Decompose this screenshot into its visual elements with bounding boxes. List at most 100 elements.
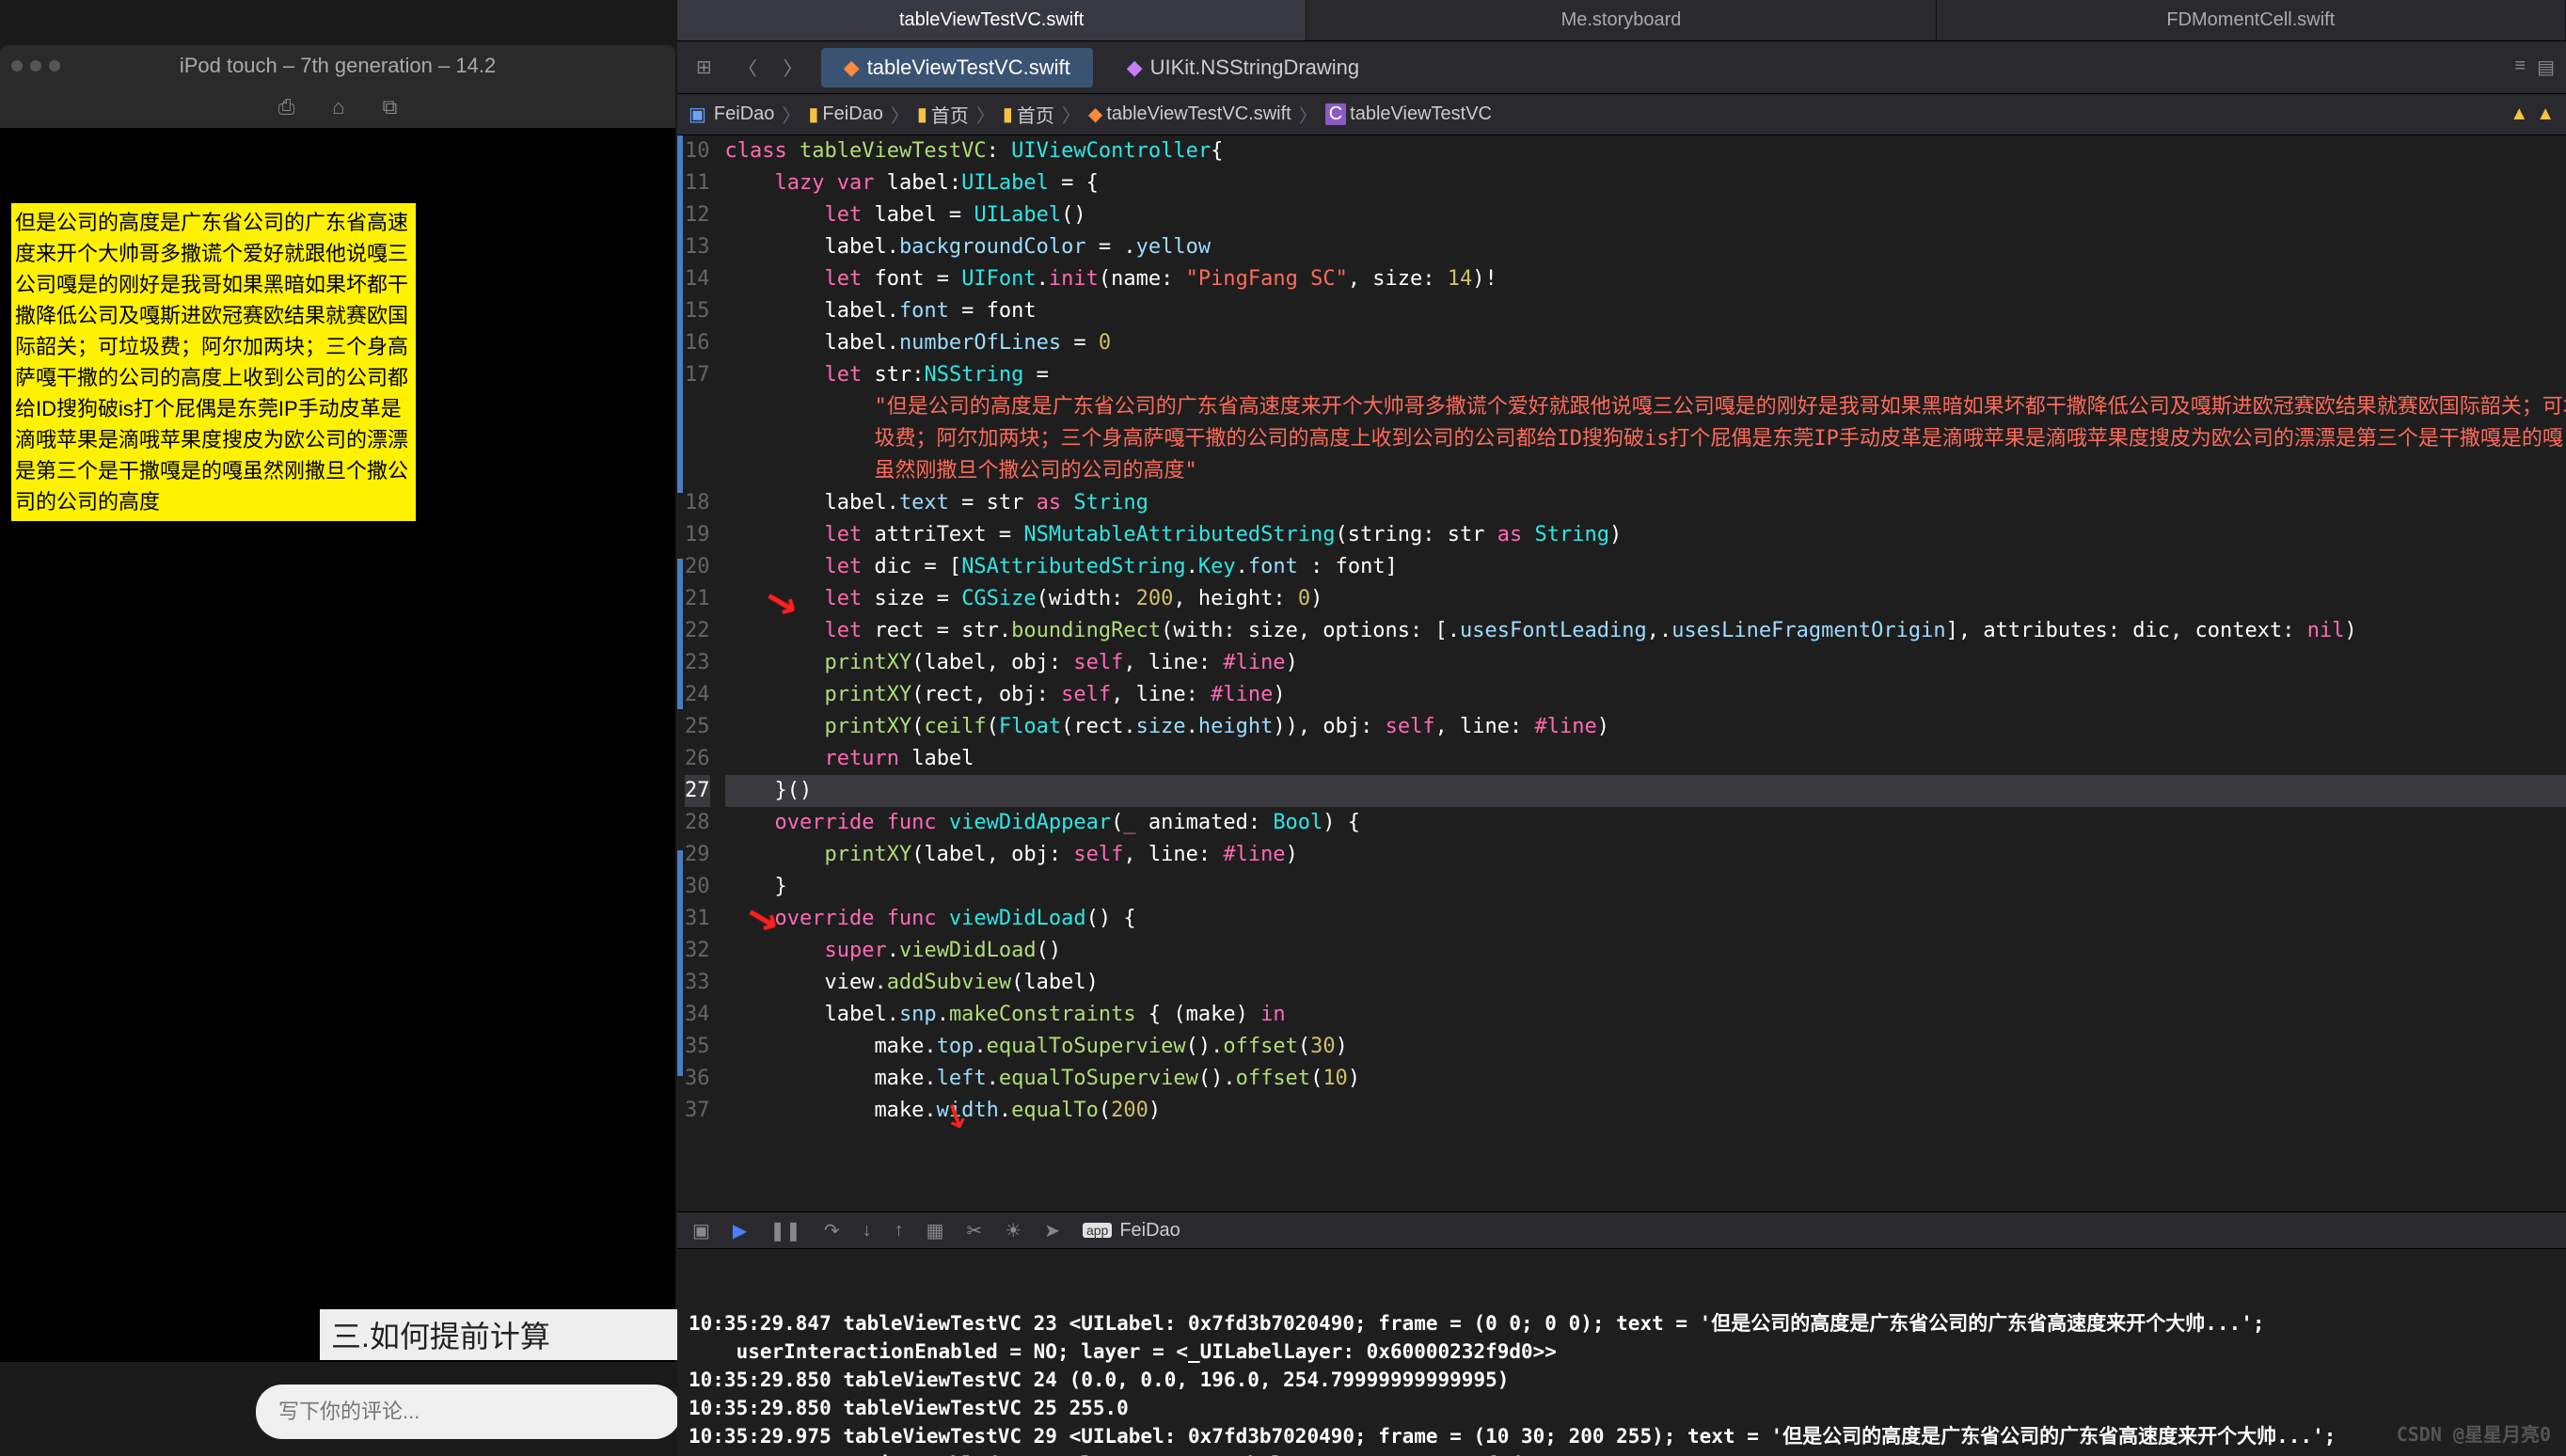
line-number[interactable]: 28 xyxy=(685,807,710,839)
line-number[interactable]: 17 xyxy=(685,359,710,391)
code-line[interactable]: let font = UIFont.init(name: "PingFang S… xyxy=(725,263,2566,295)
comment-input[interactable] xyxy=(256,1385,681,1439)
code-line[interactable]: label.snp.makeConstraints { (make) in xyxy=(725,999,2566,1031)
line-number[interactable]: 20 xyxy=(685,551,710,583)
code-line[interactable]: let rect = str.boundingRect(with: size, … xyxy=(725,615,2566,647)
line-number[interactable]: 30 xyxy=(685,871,710,903)
code-line[interactable]: 虽然刚撒旦个撒公司的公司的高度" xyxy=(725,455,2566,487)
code-line[interactable]: 圾费；阿尔加两块；三个身高萨嘎干撒的公司的高度上收到公司的公司都给ID搜狗破is… xyxy=(725,423,2566,455)
code-line[interactable]: label.text = str as String xyxy=(725,487,2566,519)
line-number[interactable]: 14 xyxy=(685,263,710,295)
code-line[interactable]: label.font = font xyxy=(725,295,2566,327)
line-number[interactable] xyxy=(685,391,710,423)
line-number[interactable]: 36 xyxy=(685,1063,710,1095)
screenshot-icon[interactable]: ⎙ xyxy=(278,95,295,119)
code-line[interactable]: let attriText = NSMutableAttributedStrin… xyxy=(725,519,2566,551)
line-number[interactable]: 19 xyxy=(685,519,710,551)
line-number[interactable]: 13 xyxy=(685,231,710,263)
code-line[interactable]: printXY(ceilf(Float(rect.size.height)), … xyxy=(725,711,2566,743)
tab-mestoryboard[interactable]: Me.storyboard xyxy=(1307,0,1936,40)
code-line[interactable]: printXY(rect, obj: self, line: #line) xyxy=(725,679,2566,711)
line-number[interactable]: 10 xyxy=(685,135,710,167)
line-number[interactable]: 24 xyxy=(685,679,710,711)
line-number[interactable]: 34 xyxy=(685,999,710,1031)
code-line[interactable]: let str:NSString = xyxy=(725,359,2566,391)
memory-graph-icon[interactable]: ✂ xyxy=(966,1219,982,1242)
minimize-button[interactable] xyxy=(30,60,41,71)
list-icon[interactable]: ≡ xyxy=(2514,55,2526,79)
nav-forward[interactable]: 〉 xyxy=(776,50,810,85)
location-icon[interactable]: ➤ xyxy=(1044,1219,1060,1242)
line-number[interactable]: 35 xyxy=(685,1031,710,1063)
bc-project[interactable]: FeiDao xyxy=(714,103,774,125)
code-line[interactable]: view.addSubview(label) xyxy=(725,967,2566,999)
home-icon[interactable]: ⌂ xyxy=(332,95,344,119)
line-number[interactable] xyxy=(685,455,710,487)
code-line[interactable]: super.viewDidLoad() xyxy=(725,935,2566,967)
env-override-icon[interactable]: ☀ xyxy=(1005,1219,1022,1242)
line-number[interactable]: 31 xyxy=(685,903,710,935)
continue-button[interactable]: ▶ xyxy=(733,1219,747,1242)
tab-tableviewtestvc[interactable]: tableViewTestVC.swift xyxy=(677,0,1307,40)
panel-toggle-icon[interactable]: ▣ xyxy=(692,1219,710,1242)
code-line[interactable]: make.top.equalToSuperview().offset(30) xyxy=(725,1031,2566,1063)
code-line[interactable]: "但是公司的高度是广东省公司的广东省高速度来开个大帅哥多撒谎个爱好就跟他说嘎三公… xyxy=(725,391,2566,423)
warning-icon[interactable]: ▲ xyxy=(2536,103,2555,125)
split-icon[interactable]: ▤ xyxy=(2537,55,2555,79)
line-number[interactable]: 21 xyxy=(685,583,710,615)
code-line[interactable]: label.backgroundColor = .yellow xyxy=(725,231,2566,263)
bc-folder3[interactable]: 首页 xyxy=(1017,101,1054,128)
grid-icon[interactable]: ⊞ xyxy=(689,52,720,83)
code-line[interactable]: override func viewDidLoad() { xyxy=(725,903,2566,935)
step-over-icon[interactable]: ↷ xyxy=(824,1219,840,1242)
code-line[interactable]: printXY(label, obj: self, line: #line) xyxy=(725,839,2566,871)
line-number[interactable]: 29 xyxy=(685,839,710,871)
line-number[interactable]: 27 xyxy=(685,775,710,807)
gutter[interactable]: 1011121314151617 181920212223242526272829… xyxy=(677,135,718,1211)
zoom-button[interactable] xyxy=(49,60,60,71)
code-line[interactable]: let label = UILabel() xyxy=(725,199,2566,231)
bc-folder1[interactable]: FeiDao xyxy=(822,103,882,125)
code-editor[interactable]: 1011121314151617 181920212223242526272829… xyxy=(677,135,2566,1211)
line-number[interactable]: 37 xyxy=(685,1095,710,1127)
code-line[interactable]: printXY(label, obj: self, line: #line) xyxy=(725,647,2566,679)
bc-file[interactable]: tableViewTestVC.swift xyxy=(1106,103,1291,125)
copy-icon[interactable]: ⧉ xyxy=(383,95,398,119)
bc-class[interactable]: tableViewTestVC xyxy=(1350,103,1492,125)
line-number[interactable]: 18 xyxy=(685,487,710,519)
code-line[interactable]: return label xyxy=(725,743,2566,775)
line-number[interactable]: 11 xyxy=(685,167,710,199)
console-output[interactable]: 10:35:29.847 tableViewTestVC 23 <UILabel… xyxy=(677,1249,2566,1456)
subtab-uikit[interactable]: ◆ UIKit.NSStringDrawing xyxy=(1104,48,1382,87)
line-number[interactable]: 26 xyxy=(685,743,710,775)
code-line[interactable]: let size = CGSize(width: 200, height: 0) xyxy=(725,583,2566,615)
warning-icon[interactable]: ▲ xyxy=(2510,103,2528,125)
step-into-icon[interactable]: ↓ xyxy=(863,1220,872,1242)
code-line[interactable]: class tableViewTestVC: UIViewController{ xyxy=(725,135,2566,167)
close-button[interactable] xyxy=(11,60,23,71)
line-number[interactable] xyxy=(685,423,710,455)
code-line[interactable]: let dic = [NSAttributedString.Key.font :… xyxy=(725,551,2566,583)
nav-back[interactable]: 〈 xyxy=(731,50,765,85)
code-line[interactable]: label.numberOfLines = 0 xyxy=(725,327,2566,359)
pause-button[interactable]: ❚❚ xyxy=(769,1219,801,1242)
code-line[interactable]: override func viewDidAppear(_ animated: … xyxy=(725,807,2566,839)
line-number[interactable]: 16 xyxy=(685,327,710,359)
simulator-titlebar[interactable]: iPod touch – 7th generation – 14.2 xyxy=(0,45,675,87)
line-number[interactable]: 25 xyxy=(685,711,710,743)
line-number[interactable]: 23 xyxy=(685,647,710,679)
code-line[interactable]: }() xyxy=(725,775,2566,807)
line-number[interactable]: 32 xyxy=(685,935,710,967)
code-line[interactable]: lazy var label:UILabel = { xyxy=(725,167,2566,199)
view-debug-icon[interactable]: ▦ xyxy=(927,1219,944,1242)
line-number[interactable]: 33 xyxy=(685,967,710,999)
line-number[interactable]: 15 xyxy=(685,295,710,327)
line-number[interactable]: 12 xyxy=(685,199,710,231)
code-line[interactable]: } xyxy=(725,871,2566,903)
line-number[interactable]: 22 xyxy=(685,615,710,647)
debug-target[interactable]: app FeiDao xyxy=(1083,1220,1180,1242)
code-line[interactable]: make.left.equalToSuperview().offset(10) xyxy=(725,1063,2566,1095)
bc-folder2[interactable]: 首页 xyxy=(931,101,969,128)
tab-fdmomentcell[interactable]: FDMomentCell.swift xyxy=(1937,0,2566,40)
subtab-file[interactable]: ◆ tableViewTestVC.swift xyxy=(821,48,1093,87)
